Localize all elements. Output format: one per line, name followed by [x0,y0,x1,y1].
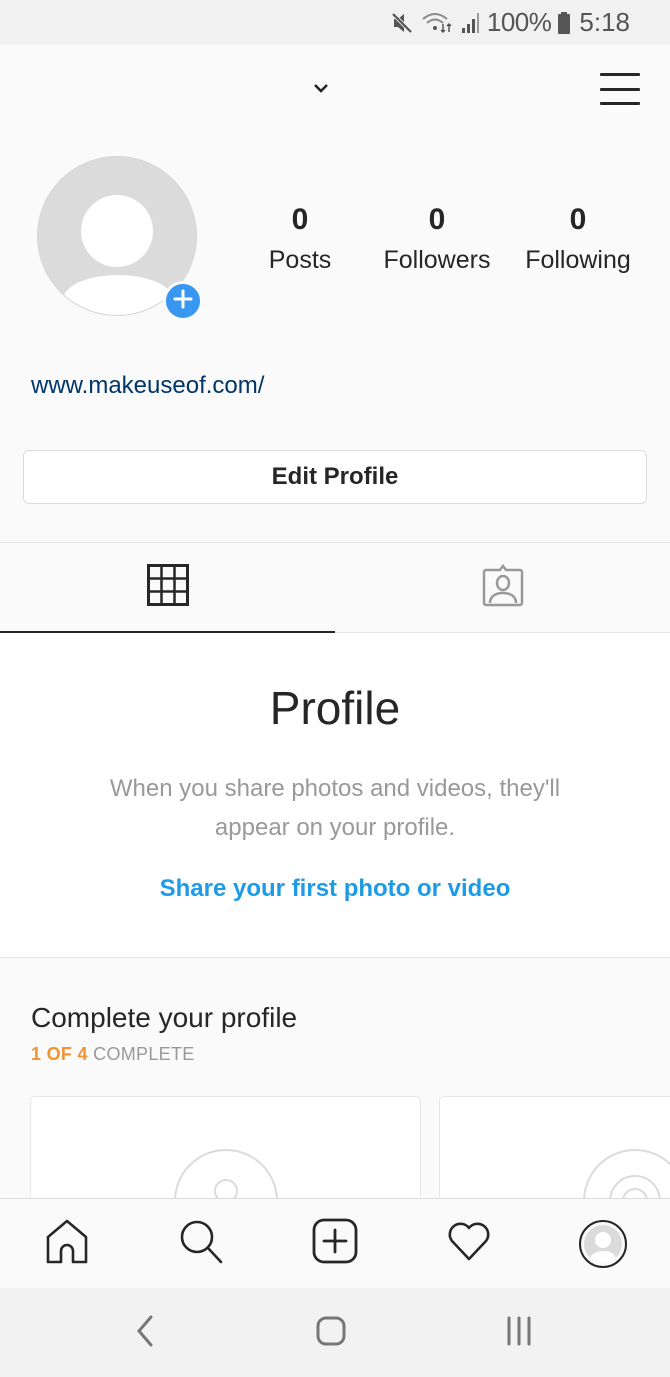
profile-step-card[interactable] [30,1096,421,1198]
menu-line [600,73,640,76]
home-square-icon [315,1315,347,1352]
back-icon [135,1315,155,1352]
icon-inner-circle [214,1179,238,1198]
search-icon [177,1217,225,1270]
progress-count: 1 OF 4 [31,1044,88,1064]
nav-new-post[interactable] [268,1199,402,1288]
posts-count: 0 [291,203,309,236]
complete-profile-title: Complete your profile [31,1002,298,1033]
posts-label: Posts [268,246,332,274]
profile-avatar-icon [579,1219,627,1268]
profile-step-card[interactable] [439,1096,670,1198]
tab-tagged[interactable] [335,543,670,632]
following-count: 0 [569,203,587,236]
battery-percent: 100% [486,7,552,37]
empty-state-title: Profile [269,682,401,734]
avatar-head [81,195,153,267]
stat-following[interactable]: 0 Following [513,200,643,280]
battery-icon [557,10,571,36]
profile-photo-step-icon [174,1149,278,1198]
hamburger-menu-icon[interactable] [598,69,642,109]
system-recents-button[interactable] [500,1314,538,1352]
bottom-navigation [0,1198,670,1288]
clock: 5:18 [579,7,630,37]
avatar-head [595,1231,611,1248]
menu-line [600,102,640,105]
status-bar: 100% 5:18 [0,0,670,45]
following-label: Following [525,246,631,274]
system-navigation-bar [0,1288,670,1377]
avatar-body [590,1250,616,1263]
empty-posts-state: Profile When you share photos and videos… [0,633,670,958]
system-home-button[interactable] [312,1314,350,1352]
complete-profile-section: Complete your profile 1 OF 4 COMPLETE [0,958,670,1198]
empty-state-description: When you share photos and videos, they'l… [109,775,561,841]
signal-icon [461,10,481,36]
avatar-body [63,275,173,315]
chevron-down-icon [313,81,329,99]
progress-label: COMPLETE [93,1044,195,1064]
top-header [0,45,670,140]
nav-home[interactable] [0,1199,134,1288]
tagged-person-icon [480,562,526,613]
wifi-icon [421,10,455,36]
nav-search[interactable] [134,1199,268,1288]
plus-icon [172,288,194,315]
website-link[interactable]: www.makeuseof.com/ [31,372,264,400]
system-back-button[interactable] [128,1314,162,1352]
avatar-placeholder [584,1224,622,1263]
heart-icon [446,1220,492,1267]
profile-avatar[interactable] [37,156,203,321]
followers-label: Followers [383,246,491,274]
home-icon [44,1218,90,1269]
recents-icon [504,1315,534,1352]
stat-followers[interactable]: 0 Followers [377,200,497,280]
grid-icon [146,564,189,611]
add-profile-photo-button[interactable] [163,281,203,321]
profile-step-icon [583,1149,670,1198]
account-switcher-button[interactable] [308,77,334,103]
mute-icon [389,10,415,36]
menu-line [600,87,640,91]
add-post-icon [312,1218,358,1269]
tab-grid[interactable] [0,543,335,633]
share-first-photo-link[interactable]: Share your first photo or video [0,875,670,903]
complete-profile-progress: 1 OF 4 COMPLETE [31,1044,195,1065]
nav-profile[interactable] [536,1199,670,1288]
followers-count: 0 [428,203,446,236]
profile-tabs [0,542,670,633]
edit-profile-button[interactable]: Edit Profile [23,450,647,504]
nav-activity[interactable] [402,1199,536,1288]
stat-posts[interactable]: 0 Posts [240,200,360,280]
